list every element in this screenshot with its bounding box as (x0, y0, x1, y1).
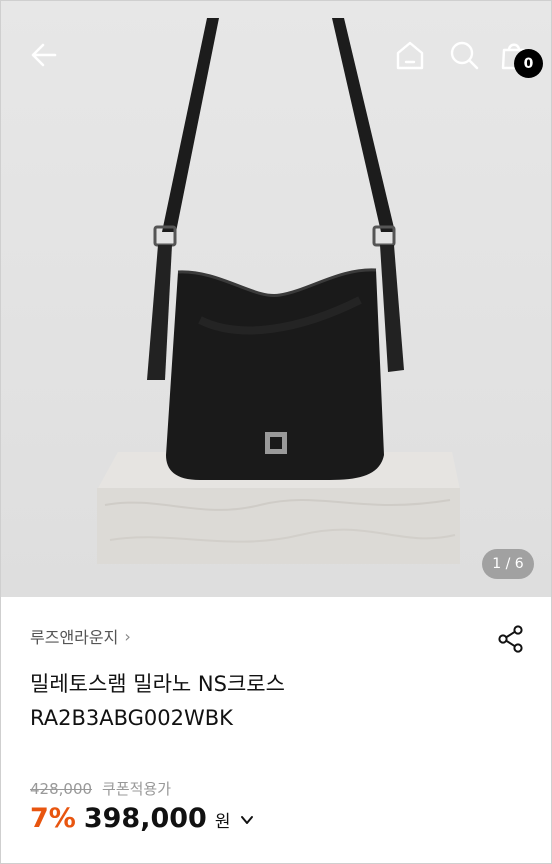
product-title: 밀레토스램 밀라노 NS크로스 RA2B3ABG002WBK (30, 667, 510, 735)
original-price-row: 428,000 쿠폰적용가 (30, 778, 171, 799)
back-button[interactable] (24, 35, 64, 75)
home-icon (396, 41, 424, 70)
discount-rate: 7% (30, 803, 76, 834)
coupon-price-label: 쿠폰적용가 (102, 780, 172, 798)
image-page-indicator: 1 / 6 (482, 549, 534, 579)
arrow-left-icon (31, 43, 57, 67)
product-name: 밀레토스램 밀라노 NS크로스 (30, 672, 285, 696)
search-icon (450, 41, 479, 70)
brand-name: 루즈앤라운지 (30, 628, 119, 647)
chevron-right-icon: › (124, 626, 131, 646)
share-icon (498, 625, 523, 653)
product-code: RA2B3ABG002WBK (30, 706, 233, 730)
currency-unit: 원 (214, 812, 231, 832)
brand-link[interactable]: 루즈앤라운지 › (30, 624, 131, 648)
pedestal-front (97, 488, 460, 564)
chevron-down-icon[interactable] (240, 813, 254, 827)
price-row[interactable]: 7% 398,000 원 (30, 803, 254, 834)
home-button[interactable] (390, 35, 430, 75)
original-price: 428,000 (30, 779, 93, 798)
search-button[interactable] (444, 35, 484, 75)
product-detail-screen: 0 1 / 6 루즈앤라운지 › 밀레토스램 밀라노 NS크로스 RA2B3AB… (0, 0, 552, 864)
cart-count-badge: 0 (514, 49, 543, 78)
top-navigation-bar: 0 (0, 0, 552, 100)
share-button[interactable] (494, 622, 528, 656)
sale-price: 398,000 (83, 803, 207, 834)
product-image-carousel[interactable]: 0 1 / 6 (0, 0, 552, 597)
